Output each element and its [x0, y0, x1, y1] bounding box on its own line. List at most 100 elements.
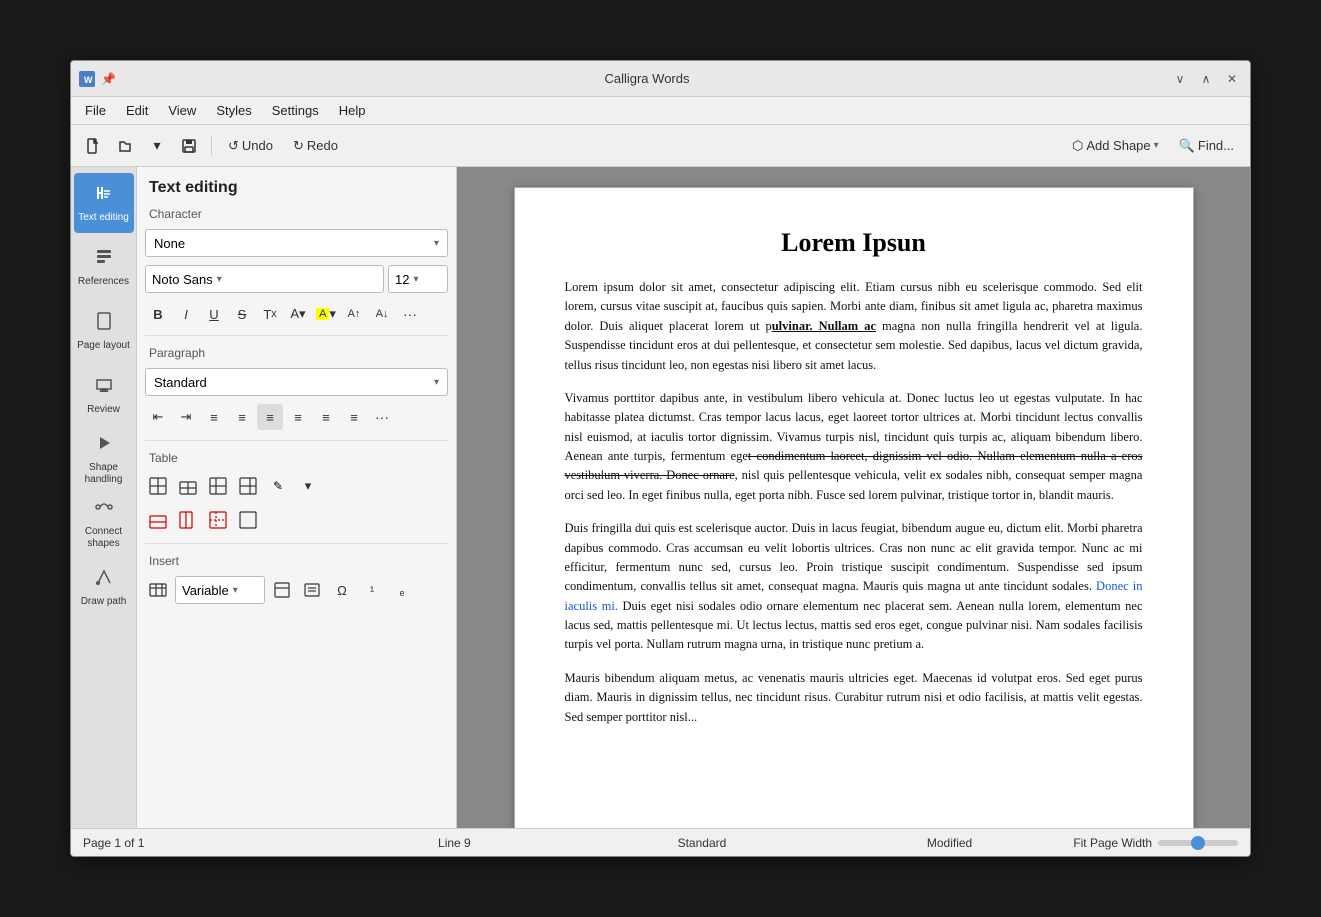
align-center-button[interactable]: ≡ [257, 404, 283, 430]
table-delete-col[interactable] [175, 507, 201, 533]
window-controls: ∨ ∧ ✕ [1170, 69, 1242, 89]
style-status: Standard [578, 836, 826, 850]
align-right-button[interactable]: ≡ [229, 404, 255, 430]
insert-frame-button[interactable] [269, 577, 295, 603]
menu-file[interactable]: File [75, 100, 116, 121]
add-shape-label: Add Shape [1086, 138, 1150, 153]
table-insert-col-right[interactable] [235, 473, 261, 499]
save-button[interactable] [175, 132, 203, 160]
sidebar-item-text-editing[interactable]: Text editing [74, 173, 134, 233]
table-insert-col-left[interactable] [205, 473, 231, 499]
table-buttons-row2 [137, 503, 456, 537]
table-insert-row-below[interactable] [175, 473, 201, 499]
table-delete-row[interactable] [145, 507, 171, 533]
paragraph-section-label: Paragraph [137, 342, 456, 364]
align-justify-button[interactable]: ≡ [285, 404, 311, 430]
character-style-dropdown[interactable]: None ▾ [145, 229, 448, 257]
app-icon: W [79, 71, 95, 87]
paragraph-style-dropdown[interactable]: Standard ▾ [145, 368, 448, 396]
character-more-button[interactable]: ··· [397, 301, 423, 327]
subscript-button[interactable]: Tx [257, 301, 283, 327]
insert-footnote-button[interactable]: ¹ [359, 577, 385, 603]
open-dropdown[interactable]: ▾ [143, 132, 171, 160]
add-shape-button[interactable]: ⬡ Add Shape ▾ [1064, 135, 1167, 157]
menu-view[interactable]: View [158, 100, 206, 121]
redo-button[interactable]: ↻ Redo [285, 135, 346, 157]
variable-dropdown[interactable]: Variable ▾ [175, 576, 265, 604]
doc-paragraph-1: Lorem ipsum dolor sit amet, consectetur … [565, 278, 1143, 375]
insert-endnote-button[interactable]: ₑ [389, 577, 415, 603]
menu-help[interactable]: Help [329, 100, 376, 121]
sidebar-item-review[interactable]: Review [74, 365, 134, 425]
document-area[interactable]: Lorem Ipsun Lorem ipsum dolor sit amet, … [457, 167, 1250, 828]
side-panel: Text editing Character None ▾ Noto Sans … [137, 167, 457, 828]
page-layout-label: Page layout [77, 340, 130, 352]
align-left-button[interactable]: ≡ [201, 404, 227, 430]
insert-special-char[interactable]: Ω [329, 577, 355, 603]
table-edit-button[interactable]: ✎ [265, 473, 291, 499]
highlight-dropdown[interactable]: A▾ [313, 301, 339, 327]
menu-settings[interactable]: Settings [262, 100, 329, 121]
pin-icon: 📌 [101, 72, 116, 86]
undo-button[interactable]: ↺ Undo [220, 135, 281, 157]
close-button[interactable]: ✕ [1222, 69, 1242, 89]
new-doc-button[interactable] [79, 132, 107, 160]
undo-icon: ↺ [228, 138, 239, 154]
text-editing-icon [94, 183, 114, 208]
references-label: References [78, 276, 129, 288]
document-page: Lorem Ipsun Lorem ipsum dolor sit amet, … [514, 187, 1194, 828]
sidebar-item-connect-shapes[interactable]: Connect shapes [74, 493, 134, 553]
zoom-slider[interactable] [1158, 840, 1238, 846]
doc-paragraph-4: Mauris bibendum aliquam metus, ac venena… [565, 669, 1143, 727]
insert-text-frame-button[interactable] [299, 577, 325, 603]
menu-edit[interactable]: Edit [116, 100, 158, 121]
font-size-dropdown[interactable]: 12 ▾ [388, 265, 448, 293]
search-icon: 🔍 [1179, 138, 1195, 154]
bold-button[interactable]: B [145, 301, 171, 327]
sidebar-item-page-layout[interactable]: Page layout [74, 301, 134, 361]
titlebar: W 📌 Calligra Words ∨ ∧ ✕ [71, 61, 1250, 97]
maximize-button[interactable]: ∧ [1196, 69, 1216, 89]
review-label: Review [87, 404, 120, 416]
insert-section-label: Insert [137, 550, 456, 572]
font-row: Noto Sans ▾ 12 ▾ [137, 261, 456, 297]
indent-increase-button[interactable]: ⇥ [173, 404, 199, 430]
zoom-thumb [1191, 836, 1205, 850]
open-button[interactable] [111, 132, 139, 160]
sidebar-item-references[interactable]: References [74, 237, 134, 297]
insert-section: Insert Variable ▾ [137, 548, 456, 610]
main-area: Text editing References [71, 167, 1250, 828]
minimize-button[interactable]: ∨ [1170, 69, 1190, 89]
find-button[interactable]: 🔍 Find... [1171, 135, 1242, 157]
toolbar-sep-1 [211, 136, 212, 156]
sidebar-item-shape-handling[interactable]: Shape handling [74, 429, 134, 489]
left-panel: Text editing References [71, 167, 137, 828]
italic-button[interactable]: I [173, 301, 199, 327]
table-style-dropdown[interactable]: ▾ [295, 473, 321, 499]
window-title: Calligra Words [124, 71, 1170, 86]
increase-font-button[interactable]: A↑ [341, 301, 367, 327]
paragraph-align-last[interactable]: ≡ [341, 404, 367, 430]
table-insert-row-above[interactable] [145, 473, 171, 499]
redo-label: Redo [307, 138, 338, 153]
indent-decrease-button[interactable]: ⇤ [145, 404, 171, 430]
insert-table-button[interactable] [145, 577, 171, 603]
text-color-dropdown[interactable]: A▾ [285, 301, 311, 327]
paragraph-more-button[interactable]: ··· [369, 404, 395, 430]
page-status: Page 1 of 1 [83, 836, 331, 850]
align-distribute-button[interactable]: ≡ [313, 404, 339, 430]
table-split-cells[interactable] [235, 507, 261, 533]
draw-path-label: Draw path [81, 596, 127, 608]
font-name-dropdown[interactable]: Noto Sans ▾ [145, 265, 384, 293]
decrease-font-button[interactable]: A↓ [369, 301, 395, 327]
strikethrough-button[interactable]: S [229, 301, 255, 327]
review-icon [94, 375, 114, 400]
shape-handling-icon [94, 433, 114, 458]
sidebar-item-draw-path[interactable]: Draw path [74, 557, 134, 617]
table-merge-cells[interactable] [205, 507, 231, 533]
draw-path-icon [94, 567, 114, 592]
menu-styles[interactable]: Styles [206, 100, 261, 121]
underline-button[interactable]: U [201, 301, 227, 327]
menubar: File Edit View Styles Settings Help [71, 97, 1250, 125]
table-section-label: Table [137, 447, 456, 469]
